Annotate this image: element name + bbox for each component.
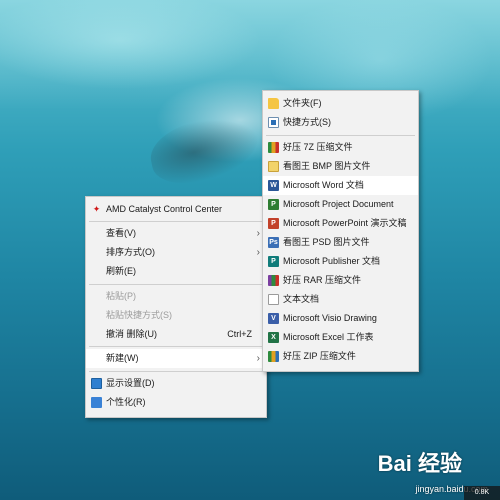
new-submenu: 文件夹(F) 快捷方式(S) 好压 7Z 压缩文件 看图王 BMP 图片文件 W… — [262, 90, 419, 372]
excel-icon: X — [268, 332, 279, 343]
view-count-badge: 0.8K — [464, 486, 500, 500]
submenu-item-project-document[interactable]: P Microsoft Project Document — [263, 195, 418, 214]
menu-item-label: Microsoft Visio Drawing — [283, 313, 377, 323]
menu-separator — [89, 221, 263, 222]
submenu-item-rar-archive[interactable]: 好压 RAR 压缩文件 — [263, 271, 418, 290]
submenu-item-folder[interactable]: 文件夹(F) — [263, 94, 418, 113]
menu-item-label: 好压 7Z 压缩文件 — [283, 142, 353, 152]
menu-item-label: 显示设置(D) — [106, 378, 155, 388]
menu-item-label: Microsoft Excel 工作表 — [283, 332, 374, 342]
menu-item-label: 粘贴(P) — [106, 291, 136, 301]
menu-item-new[interactable]: 新建(W) › — [86, 349, 266, 368]
bmp-image-icon — [268, 161, 279, 172]
menu-item-personalize[interactable]: 个性化(R) — [86, 393, 266, 412]
shortcut-icon — [268, 117, 279, 128]
menu-item-amd-catalyst[interactable]: ✦ AMD Catalyst Control Center — [86, 200, 266, 219]
menu-separator — [89, 284, 263, 285]
menu-item-label: 粘贴快捷方式(S) — [106, 310, 172, 320]
submenu-item-psd-image[interactable]: Ps 看图王 PSD 图片文件 — [263, 233, 418, 252]
menu-item-label: 看图王 PSD 图片文件 — [283, 237, 370, 247]
menu-item-label: Microsoft Word 文档 — [283, 180, 364, 190]
menu-item-paste-shortcut: 粘贴快捷方式(S) — [86, 306, 266, 325]
menu-item-display-settings[interactable]: 显示设置(D) — [86, 374, 266, 393]
menu-item-label: 快捷方式(S) — [283, 117, 331, 127]
visio-icon: V — [268, 313, 279, 324]
project-icon: P — [268, 199, 279, 210]
submenu-item-powerpoint[interactable]: P Microsoft PowerPoint 演示文稿 — [263, 214, 418, 233]
chevron-right-icon: › — [256, 247, 260, 258]
menu-item-view[interactable]: 查看(V) › — [86, 224, 266, 243]
publisher-icon: P — [268, 256, 279, 267]
menu-item-label: 新建(W) — [106, 353, 139, 363]
submenu-item-word-document[interactable]: W Microsoft Word 文档 — [263, 176, 418, 195]
rar-archive-icon — [268, 275, 279, 286]
text-document-icon — [268, 294, 279, 305]
chevron-right-icon: › — [256, 353, 260, 364]
menu-item-label: Microsoft Publisher 文档 — [283, 256, 381, 266]
submenu-item-excel-worksheet[interactable]: X Microsoft Excel 工作表 — [263, 328, 418, 347]
menu-item-label: 撤消 删除(U) — [106, 329, 157, 339]
baidu-jingyan-watermark: Bai 经验 — [377, 451, 462, 476]
menu-item-label: 好压 RAR 压缩文件 — [283, 275, 362, 285]
water-surface — [0, 0, 500, 110]
menu-item-label: 查看(V) — [106, 228, 136, 238]
menu-item-label: 看图王 BMP 图片文件 — [283, 161, 371, 171]
keyboard-shortcut: Ctrl+Z — [227, 329, 252, 339]
menu-item-paste: 粘贴(P) — [86, 287, 266, 306]
word-icon: W — [268, 180, 279, 191]
submenu-item-publisher[interactable]: P Microsoft Publisher 文档 — [263, 252, 418, 271]
menu-separator — [266, 135, 415, 136]
menu-separator — [89, 346, 263, 347]
swimmer-silhouette — [144, 109, 266, 191]
folder-icon — [268, 98, 279, 109]
powerpoint-icon: P — [268, 218, 279, 229]
display-settings-icon — [91, 378, 102, 389]
menu-item-label: 文件夹(F) — [283, 98, 322, 108]
menu-separator — [89, 371, 263, 372]
7z-archive-icon — [268, 142, 279, 153]
submenu-item-7z-archive[interactable]: 好压 7Z 压缩文件 — [263, 138, 418, 157]
menu-item-undo-delete[interactable]: 撤消 删除(U) Ctrl+Z — [86, 325, 266, 344]
menu-item-label: 排序方式(O) — [106, 247, 155, 257]
menu-item-label: Microsoft Project Document — [283, 199, 394, 209]
submenu-item-zip-archive[interactable]: 好压 ZIP 压缩文件 — [263, 347, 418, 366]
menu-item-label: 刷新(E) — [106, 266, 136, 276]
amd-icon: ✦ — [92, 204, 101, 214]
desktop-context-menu: ✦ AMD Catalyst Control Center 查看(V) › 排序… — [85, 196, 267, 418]
submenu-item-visio-drawing[interactable]: V Microsoft Visio Drawing — [263, 309, 418, 328]
submenu-item-bmp-image[interactable]: 看图王 BMP 图片文件 — [263, 157, 418, 176]
menu-item-label: 文本文档 — [283, 294, 320, 304]
personalize-icon — [91, 397, 102, 408]
chevron-right-icon: › — [256, 228, 260, 239]
zip-archive-icon — [268, 351, 279, 362]
menu-item-label: AMD Catalyst Control Center — [106, 204, 223, 214]
menu-item-label: Microsoft PowerPoint 演示文稿 — [283, 218, 407, 228]
menu-item-label: 个性化(R) — [106, 397, 146, 407]
menu-item-label: 好压 ZIP 压缩文件 — [283, 351, 356, 361]
menu-item-sort-by[interactable]: 排序方式(O) › — [86, 243, 266, 262]
psd-image-icon: Ps — [268, 237, 279, 248]
menu-item-refresh[interactable]: 刷新(E) — [86, 262, 266, 281]
submenu-item-text-document[interactable]: 文本文档 — [263, 290, 418, 309]
submenu-item-shortcut[interactable]: 快捷方式(S) — [263, 113, 418, 132]
